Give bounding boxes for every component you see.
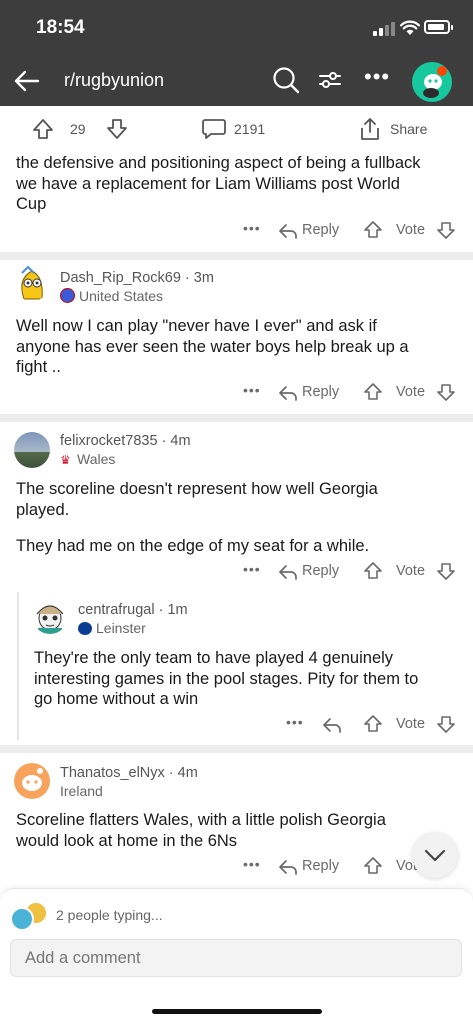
reply-icon[interactable]	[278, 222, 298, 240]
reply-button[interactable]: Reply	[302, 222, 339, 238]
comment-actions: ••• Vote	[0, 713, 473, 737]
upvote-icon[interactable]	[364, 715, 382, 733]
comment-count[interactable]: 2191	[234, 121, 265, 137]
user-avatar[interactable]	[412, 62, 452, 102]
comment-actions: ••• Reply Vote	[0, 855, 473, 879]
comment-author[interactable]: Thanatos_elNyx · 4m	[60, 765, 198, 781]
leinster-badge-icon	[78, 622, 92, 635]
comment-more-button[interactable]: •••	[243, 220, 261, 236]
vote-label: Vote	[396, 222, 426, 238]
downvote-icon[interactable]	[106, 118, 128, 140]
upvote-icon[interactable]	[364, 857, 382, 875]
vote-label: Vote	[396, 716, 426, 732]
comment-author[interactable]: Dash_Rip_Rock69 · 3m	[60, 270, 214, 286]
sort-filter-icon[interactable]	[318, 68, 342, 92]
avatar[interactable]	[32, 598, 68, 634]
comment-more-button[interactable]: •••	[243, 856, 261, 872]
avatar[interactable]	[14, 265, 50, 301]
reply-icon[interactable]	[278, 858, 298, 876]
home-indicator	[152, 1009, 322, 1014]
upvote-icon[interactable]	[364, 221, 382, 239]
downvote-icon[interactable]	[437, 562, 455, 580]
user-flair: Ireland	[60, 783, 103, 799]
reply-button[interactable]: Reply	[302, 384, 339, 400]
search-icon[interactable]	[272, 66, 300, 94]
wifi-icon	[400, 20, 420, 35]
reply-button[interactable]: Reply	[302, 563, 339, 579]
user-flair: Leinster	[78, 620, 146, 636]
comment-actions: ••• Reply Vote	[0, 219, 473, 243]
comment-body: They're the only team to have played 4 g…	[34, 649, 419, 708]
welsh-feathers-icon: ♛	[60, 453, 71, 467]
more-options-icon[interactable]: •••	[364, 64, 390, 90]
comment-input[interactable]	[23, 948, 447, 969]
comment-composer: 2 people typing...	[0, 888, 473, 1025]
user-flair: United States	[60, 288, 163, 304]
comment-more-button[interactable]: •••	[243, 382, 261, 398]
downvote-icon[interactable]	[437, 715, 455, 733]
avatar[interactable]	[14, 432, 50, 468]
battery-icon	[424, 20, 453, 34]
chevron-down-icon	[424, 849, 446, 862]
reply-icon[interactable]	[322, 716, 342, 734]
comment-body: Well now I can play "never have I ever" …	[16, 317, 409, 376]
avatar[interactable]	[14, 763, 50, 799]
status-bar: 18:54	[0, 0, 473, 56]
share-icon[interactable]	[358, 117, 382, 141]
comment-divider	[0, 745, 473, 753]
upvote-icon[interactable]	[364, 383, 382, 401]
comment-actions: ••• Reply Vote	[0, 560, 473, 584]
comment-body: Scoreline flatters Wales, with a little …	[16, 811, 386, 850]
comment-actions: ••• Reply Vote	[0, 381, 473, 405]
status-time: 18:54	[36, 17, 85, 38]
user-flair: ♛ Wales	[60, 451, 116, 467]
jump-to-next-comment-button[interactable]	[412, 832, 458, 878]
top-nav-bar: r/rugbyunion •••	[0, 56, 473, 106]
downvote-icon[interactable]	[437, 383, 455, 401]
vote-label: Vote	[396, 384, 426, 400]
typing-avatars	[10, 901, 50, 931]
reply-icon[interactable]	[278, 384, 298, 402]
post-score: 29	[70, 121, 86, 137]
flair-badge-icon	[60, 288, 75, 303]
comment-divider	[0, 252, 473, 260]
upvote-icon[interactable]	[32, 118, 54, 140]
share-button[interactable]: Share	[390, 121, 427, 137]
comment-divider	[0, 414, 473, 422]
comment-body: the defensive and positioning aspect of …	[16, 154, 421, 213]
cellular-signal-icon	[373, 22, 395, 36]
vote-label: Vote	[396, 563, 426, 579]
post-action-bar: 29 2191 Share	[0, 106, 473, 150]
comment-author[interactable]: centrafrugal · 1m	[78, 602, 188, 618]
add-comment-field[interactable]	[10, 939, 462, 977]
comment-body: The scoreline doesn't represent how well…	[16, 480, 378, 555]
upvote-icon[interactable]	[364, 562, 382, 580]
downvote-icon[interactable]	[437, 221, 455, 239]
subreddit-title[interactable]: r/rugbyunion	[64, 70, 164, 91]
comment-more-button[interactable]: •••	[286, 714, 304, 730]
back-arrow-icon[interactable]	[12, 66, 42, 96]
comment-author[interactable]: felixrocket7835 · 4m	[60, 433, 191, 449]
reply-icon[interactable]	[278, 563, 298, 581]
typing-indicator: 2 people typing...	[56, 907, 163, 923]
typing-avatar-icon	[10, 907, 34, 931]
comment-bubble-icon[interactable]	[202, 118, 226, 140]
reply-button[interactable]: Reply	[302, 858, 339, 874]
comment-more-button[interactable]: •••	[243, 561, 261, 577]
